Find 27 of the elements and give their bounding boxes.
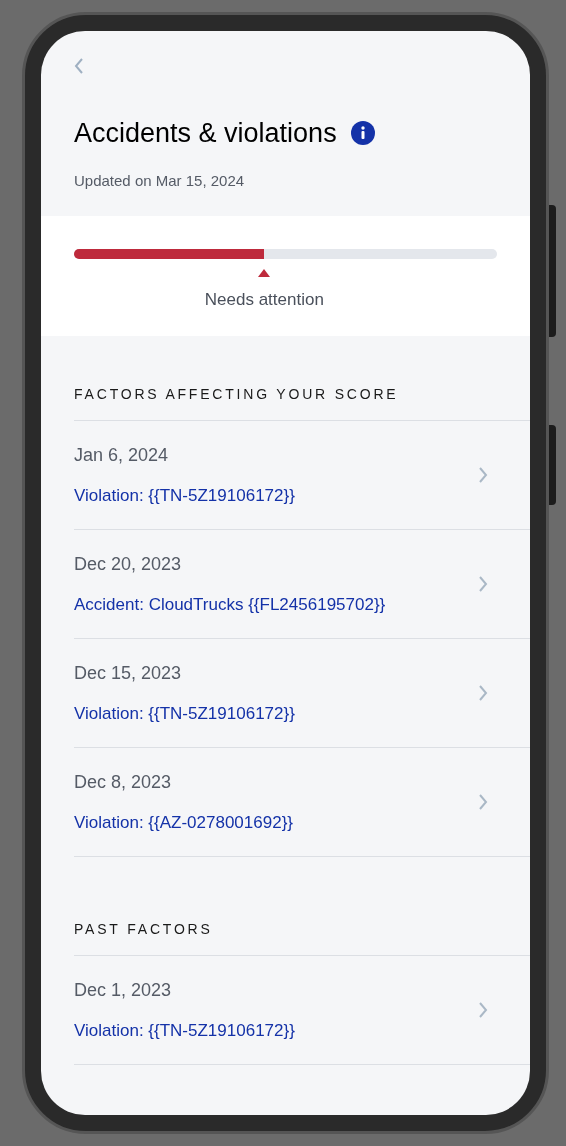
score-label: Needs attention [204,289,324,311]
factor-row[interactable]: Jan 6, 2024 Violation: {{TN-5Z19106172}} [74,421,530,530]
factor-row[interactable]: Dec 8, 2023 Violation: {{AZ-0278001692}} [74,748,530,857]
chevron-icon [478,575,488,593]
section-heading: FACTORS AFFECTING YOUR SCORE [74,386,399,402]
factor-date: Jan 6, 2024 [74,443,170,467]
factor-row[interactable]: Dec 1, 2023 Violation: {{TN-5Z19106172}} [74,956,530,1065]
chevron-icon [478,466,488,484]
section-heading: PAST FACTORS [74,921,213,937]
chevron-icon [478,684,488,702]
factor-row[interactable]: Dec 15, 2023 Violation: {{TN-5Z19106172}} [74,639,530,748]
factor-link[interactable]: Violation: {{AZ-0278001692}} [74,809,478,836]
factor-link[interactable]: Violation: {{TN-5Z19106172}} [74,1017,478,1044]
factor-link[interactable]: Violation: {{TN-5Z19106172}} [74,700,478,727]
factor-date: Dec 8, 2023 [74,770,173,794]
factor-date: Dec 20, 2023 [74,552,183,576]
factor-date: Dec 1, 2023 [74,978,173,1002]
marker-icon [258,269,271,277]
info-icon[interactable] [350,121,375,146]
factor-link[interactable]: Accident: CloudTrucks {{FL2456195702}} [74,591,478,618]
factor-date: Dec 15, 2023 [74,661,183,685]
updated-date: Updated on Mar 15, 2024 [73,170,246,191]
factor-row[interactable]: Dec 20, 2023 Accident: CloudTrucks {{FL2456195702}} [74,530,530,639]
chevron-icon [478,793,488,811]
page-title: Accidents & violations [74,117,337,150]
factor-link[interactable]: Violation: {{TN-5Z19106172}} [74,482,478,509]
chevron-icon [478,1001,488,1019]
